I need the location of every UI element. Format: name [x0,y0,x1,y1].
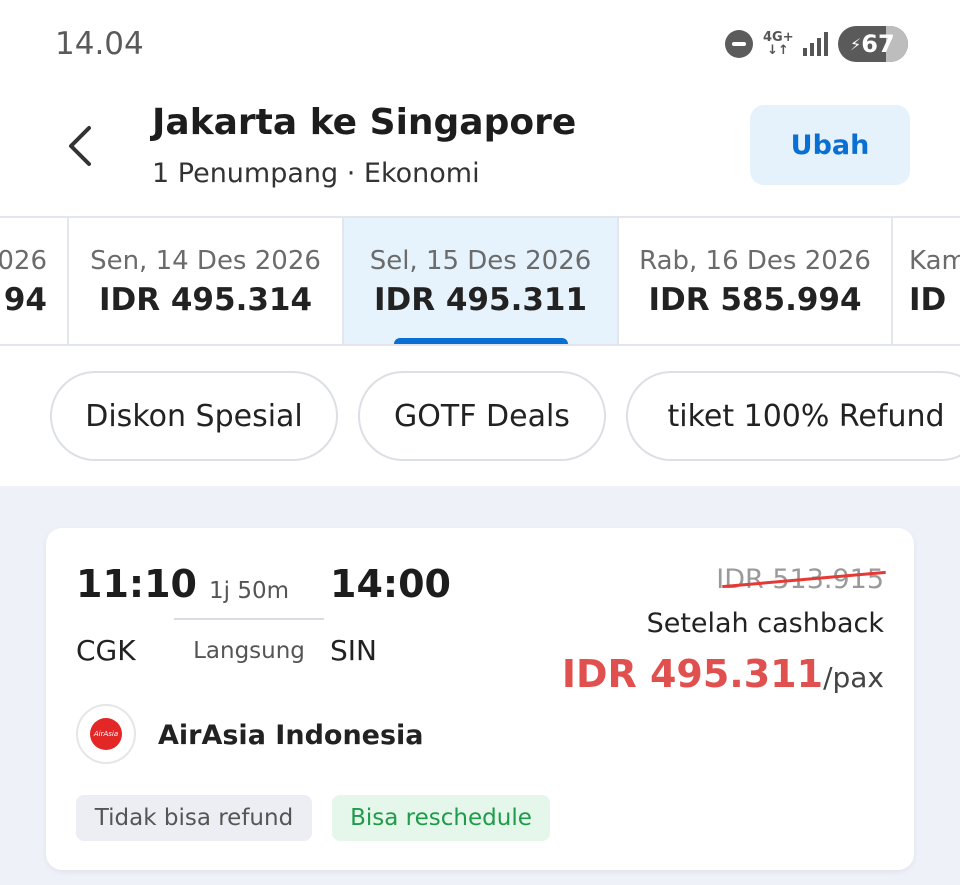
date-tab-15-selected[interactable]: Sel, 15 Des 2026 IDR 495.311 [344,218,619,344]
battery-icon: ⚡ 67 [838,26,908,62]
selected-tab-indicator [394,338,568,344]
price-unit: /pax [823,661,884,694]
date-tab-14[interactable]: Sen, 14 Des 2026 IDR 495.314 [69,218,344,344]
page-title: Jakarta ke Singapore [152,102,577,143]
date-tab-price: ID [909,282,947,318]
date-tab-date: Rab, 16 Des 2026 [639,246,871,276]
flight-card[interactable]: 11:10 1j 50m Langsung 14:00 CGK SIN IDR … [46,528,914,870]
status-time: 14.04 [55,26,144,62]
final-price-amount: IDR 495.311 [561,652,824,696]
filter-chip-row: Diskon Spesial GOTF Deals tiket 100% Ref… [0,346,960,486]
chip-refund[interactable]: tiket 100% Refund [626,371,960,461]
battery-level: 67 [861,30,895,58]
destination-code: SIN [330,634,377,667]
flight-type: Langsung [193,638,305,664]
final-price: IDR 495.311/pax [562,652,884,696]
results-list: 11:10 1j 50m Langsung 14:00 CGK SIN IDR … [0,486,960,885]
date-strip[interactable]: 026 94 Sen, 14 Des 2026 IDR 495.314 Sel,… [0,216,960,346]
date-tab-16[interactable]: Rab, 16 Des 2026 IDR 585.994 [619,218,893,344]
badge-reschedule: Bisa reschedule [332,795,550,841]
origin-code: CGK [76,634,136,667]
chip-gotf-deals[interactable]: GOTF Deals [358,371,606,461]
date-tab-prev[interactable]: 026 94 [0,218,69,344]
airasia-logo-icon: AirAsia [90,718,122,750]
do-not-disturb-icon [725,30,753,58]
date-tab-date: Sen, 14 Des 2026 [90,246,321,276]
chip-diskon-spesial[interactable]: Diskon Spesial [50,371,338,461]
airline-name: AirAsia Indonesia [158,720,424,751]
airline-logo: AirAsia [76,704,136,764]
date-tab-date: Sel, 15 Des 2026 [369,246,592,276]
network-type-icon: 4G+ ↓↑ [763,30,794,58]
date-tab-date: 026 [0,246,47,276]
network-label: 4G+ [763,30,794,45]
cashback-label: Setelah cashback [646,608,884,639]
badge-no-refund: Tidak bisa refund [76,795,312,841]
date-tab-price: IDR 585.994 [648,282,862,318]
status-icons: 4G+ ↓↑ ⚡ 67 [725,26,908,62]
date-tab-price: 94 [3,282,47,318]
flight-duration: 1j 50m [208,578,289,604]
date-tab-next[interactable]: Kam ID [893,218,960,344]
header: Jakarta ke Singapore 1 Penumpang · Ekono… [0,88,960,216]
date-tab-price: IDR 495.311 [373,282,588,318]
chevron-left-icon [69,126,91,166]
edit-search-button[interactable]: Ubah [750,105,910,185]
arrival-time: 14:00 [330,562,451,606]
date-tab-price: IDR 495.314 [98,282,313,318]
date-tab-date: Kam [909,246,960,276]
route-line [174,618,324,620]
signal-icon [803,32,828,56]
back-button[interactable] [52,118,108,174]
page-subtitle: 1 Penumpang · Ekonomi [152,158,480,189]
status-bar: 14.04 4G+ ↓↑ ⚡ 67 [0,0,960,88]
